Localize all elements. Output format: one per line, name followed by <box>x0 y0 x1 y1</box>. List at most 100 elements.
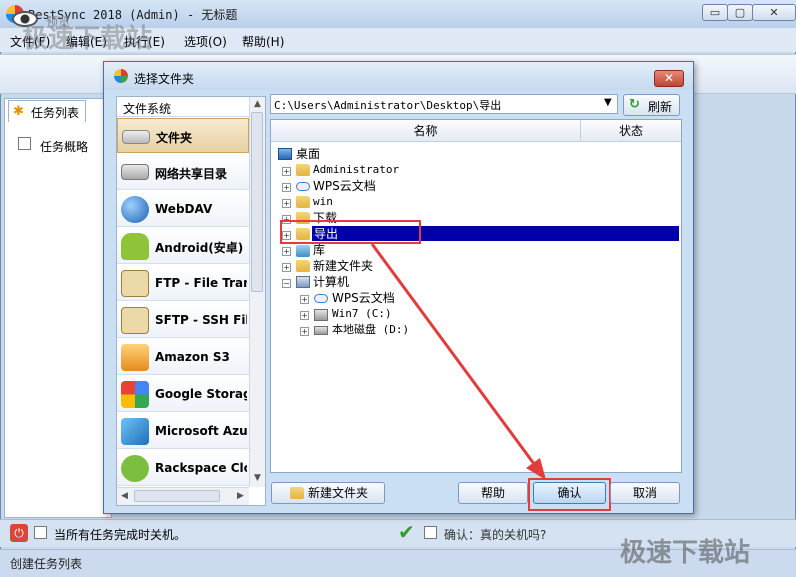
menu-help[interactable]: 帮助(H) <box>242 33 284 50</box>
star-icon: ✱ <box>13 104 24 119</box>
collapse-icon[interactable]: − <box>282 279 291 288</box>
fs-item-label: SFTP - SSH File Transfer <box>155 313 247 327</box>
fs-item-label: Rackspace Cloud <box>155 461 247 475</box>
fs-item-label: Microsoft Azure <box>155 424 247 438</box>
azure-icon <box>121 418 149 445</box>
help-button[interactable]: 帮助 <box>458 482 528 504</box>
confirm-shutdown-label: 确认：真的关机吗? <box>444 528 547 542</box>
fs-item-label: WebDAV <box>155 202 213 216</box>
fs-item-label: FTP - File Transfer <box>155 276 247 290</box>
task-summary-label: 任务概略 <box>40 140 89 154</box>
amazon-s3-icon <box>121 344 149 371</box>
expand-icon[interactable]: + <box>300 295 309 304</box>
rackspace-icon <box>121 455 149 482</box>
power-icon: ⏻ <box>10 524 28 542</box>
file-system-header-label: 文件系统 <box>123 102 172 116</box>
tree-node-local-disk-d[interactable]: 本地磁盘 (D:) <box>332 322 409 338</box>
shutdown-label: 当所有任务完成时关机。 <box>54 528 187 542</box>
ftp-icon <box>121 270 149 297</box>
task-summary-checkbox[interactable] <box>18 137 31 150</box>
confirm-shutdown-checkbox[interactable] <box>424 526 437 539</box>
folder-icon <box>296 260 310 272</box>
checkmark-icon: ✔ <box>398 520 415 544</box>
dialog-close-button[interactable]: ✕ <box>654 70 684 87</box>
fs-item-folder[interactable]: 文件夹 <box>117 118 249 153</box>
tab-task-list[interactable]: ✱ 任务列表 <box>8 100 86 122</box>
library-icon <box>296 245 310 257</box>
tree-node-computer[interactable]: 计算机 <box>313 274 349 290</box>
fs-item-amazon-s3[interactable]: Amazon S3 <box>117 340 249 375</box>
dropdown-arrow-icon[interactable]: ▼ <box>604 97 612 108</box>
fs-item-label: 网络共享目录 <box>155 167 228 181</box>
expand-icon[interactable]: + <box>282 247 291 256</box>
fs-item-label: Android(安卓) <box>155 241 244 255</box>
sftp-icon <box>121 307 149 334</box>
dialog-title: 选择文件夹 <box>134 72 195 86</box>
file-system-header: 文件系统 <box>117 97 249 117</box>
fs-item-webdav[interactable]: WebDAV <box>117 192 249 227</box>
network-drive-icon <box>121 164 149 180</box>
fs-item-label: 文件夹 <box>156 131 193 145</box>
folder-icon <box>296 196 310 208</box>
maximize-button[interactable]: ▢ <box>727 4 753 21</box>
fs-item-sftp[interactable]: SFTP - SSH File Transfer <box>117 303 249 338</box>
globe-icon <box>121 196 149 223</box>
dialog-app-icon <box>114 69 128 83</box>
tree-node-desktop[interactable]: 桌面 <box>296 146 320 162</box>
expand-icon[interactable]: + <box>300 327 309 336</box>
new-folder-button-label: 新建文件夹 <box>308 486 369 500</box>
ok-button[interactable]: 确认 <box>533 482 606 504</box>
tree-node-library[interactable]: 库 <box>313 242 325 258</box>
column-header-status[interactable]: 状态 <box>581 120 681 142</box>
watermark-bottom: 极速下载站 <box>620 538 751 568</box>
tree-node-new-folder[interactable]: 新建文件夹 <box>313 258 373 274</box>
fs-item-google-storage[interactable]: Google Storage <box>117 377 249 412</box>
expand-icon[interactable]: + <box>282 199 291 208</box>
fs-item-label: Google Storage <box>155 387 247 401</box>
expand-icon[interactable]: + <box>282 183 291 192</box>
fs-vertical-scroll-thumb[interactable] <box>251 112 263 292</box>
cancel-button[interactable]: 取消 <box>610 482 680 504</box>
tree-node-computer-wps-cloud[interactable]: WPS云文档 <box>332 290 395 306</box>
refresh-button[interactable]: ↻ 刷新 <box>623 94 680 116</box>
task-list-panel <box>4 98 112 518</box>
system-drive-icon <box>314 309 328 321</box>
refresh-button-label: 刷新 <box>648 100 673 114</box>
computer-icon <box>296 276 310 288</box>
desktop-icon <box>278 148 292 160</box>
google-storage-icon <box>121 381 149 408</box>
fs-item-ftp[interactable]: FTP - File Transfer <box>117 266 249 301</box>
fs-item-label: Amazon S3 <box>155 350 230 364</box>
new-folder-icon <box>290 487 304 499</box>
tree-node-win[interactable]: win <box>313 194 333 210</box>
tree-node-wps-cloud[interactable]: WPS云文档 <box>313 178 376 194</box>
menu-options[interactable]: 选项(O) <box>184 33 227 50</box>
android-icon <box>121 233 149 260</box>
expand-icon[interactable]: + <box>282 263 291 272</box>
watermark-top: 极速下载站 <box>22 24 153 54</box>
tree-node-win7-c[interactable]: Win7 (C:) <box>332 306 392 322</box>
minimize-button[interactable]: ▭ <box>702 4 728 21</box>
drive-icon <box>122 130 150 144</box>
fs-item-android[interactable]: Android(安卓) <box>117 229 249 264</box>
expand-icon[interactable]: + <box>282 167 291 176</box>
column-header-name[interactable]: 名称 <box>271 120 581 142</box>
user-folder-icon <box>296 164 310 176</box>
cloud-icon <box>296 182 310 191</box>
close-button[interactable]: ✕ <box>752 4 796 21</box>
path-value[interactable]: C:\Users\Administrator\Desktop\导出 <box>274 97 501 113</box>
fs-item-rackspace[interactable]: Rackspace Cloud <box>117 451 249 486</box>
fs-horizontal-scroll-thumb[interactable] <box>134 490 220 502</box>
cloud-icon <box>314 294 328 303</box>
fs-item-network-share[interactable]: 网络共享目录 <box>117 155 249 190</box>
refresh-icon: ↻ <box>629 97 640 112</box>
annotation-highlight-export <box>280 220 421 244</box>
expand-icon[interactable]: + <box>300 311 309 320</box>
fs-item-azure[interactable]: Microsoft Azure <box>117 414 249 449</box>
new-folder-button[interactable]: 新建文件夹 <box>271 482 385 504</box>
shutdown-checkbox[interactable] <box>34 526 47 539</box>
create-task-list-label[interactable]: 创建任务列表 <box>10 555 82 572</box>
tab-task-list-label: 任务列表 <box>31 106 80 120</box>
tree-node-administrator[interactable]: Administrator <box>313 162 399 178</box>
local-disk-icon <box>314 326 328 335</box>
